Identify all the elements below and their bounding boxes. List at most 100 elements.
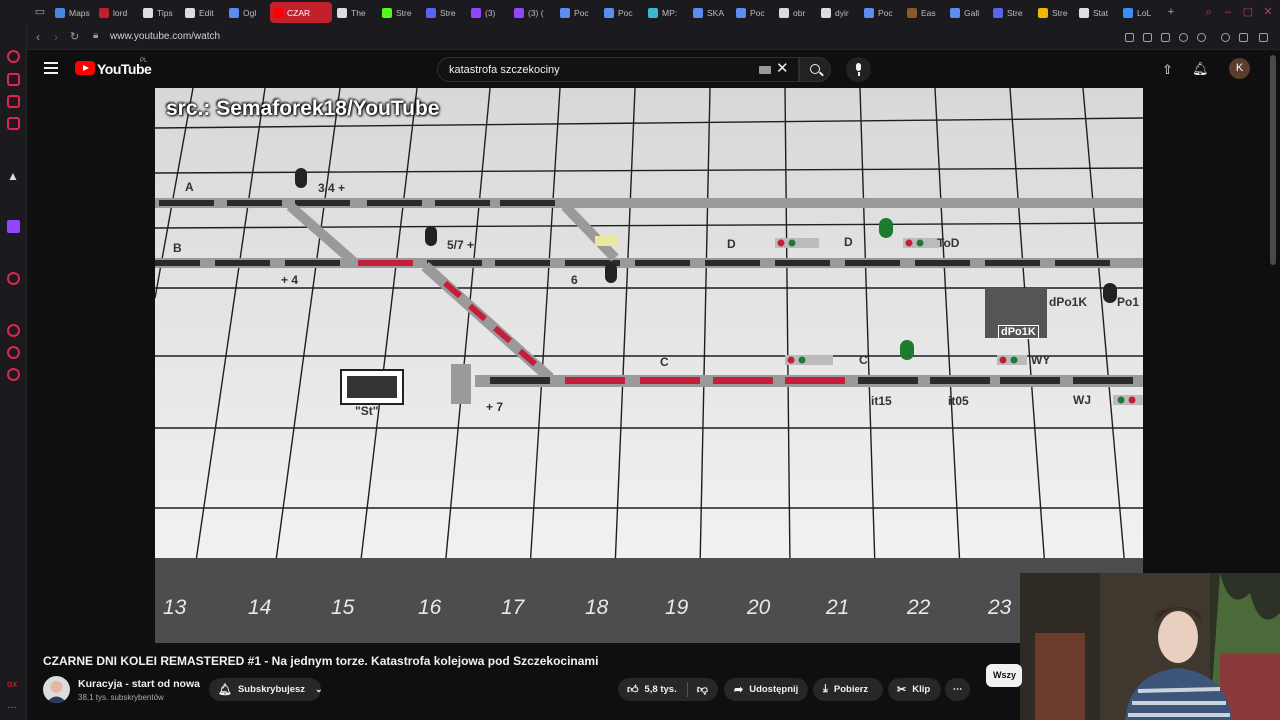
music-icon[interactable] bbox=[7, 272, 20, 285]
like-count[interactable]: 5,8 tys. bbox=[645, 684, 677, 695]
browser-tab[interactable]: SKA bbox=[690, 2, 728, 23]
browser-tab[interactable]: obr bbox=[776, 2, 814, 23]
instagram-icon[interactable] bbox=[7, 117, 20, 130]
browser-tab[interactable]: Poc bbox=[861, 2, 899, 23]
browser-tab[interactable]: Stat bbox=[1076, 2, 1114, 23]
browser-tab[interactable]: (3) ( bbox=[511, 2, 549, 23]
dislike-icon[interactable]: 👎︎ bbox=[697, 683, 708, 696]
messenger-icon[interactable] bbox=[7, 346, 20, 359]
browser-tab[interactable]: Poc bbox=[733, 2, 771, 23]
tab-title: Tips bbox=[157, 7, 173, 18]
workspace-icon[interactable] bbox=[7, 95, 20, 108]
profile-icon[interactable] bbox=[1221, 33, 1230, 42]
browser-tab[interactable]: dyir bbox=[818, 2, 856, 23]
tab-menu-icon[interactable]: ▭ bbox=[34, 6, 46, 18]
url-text[interactable]: www.youtube.com/watch bbox=[110, 31, 220, 42]
track-label-p6: 6 bbox=[571, 273, 578, 287]
browser-tab[interactable]: Poc bbox=[601, 2, 639, 23]
subscribe-label: Subskrybujesz bbox=[237, 684, 306, 695]
browser-tab[interactable]: Tips bbox=[140, 2, 178, 23]
clear-search-icon[interactable]: ✕ bbox=[776, 59, 789, 77]
notifications-icon[interactable]: 🔔︎ bbox=[1192, 61, 1209, 77]
subscribed-button[interactable]: 🔔︎ Subskrybujesz ⌄ bbox=[209, 678, 323, 701]
download-icon: ⤓ bbox=[823, 683, 828, 695]
like-divider bbox=[686, 682, 688, 697]
channel-avatar[interactable] bbox=[43, 676, 70, 703]
track-label-st: "St" bbox=[355, 404, 379, 418]
minimize-icon[interactable]: – bbox=[1222, 6, 1234, 18]
tab-title: Stat bbox=[1093, 7, 1109, 18]
tab-favicon-icon bbox=[471, 7, 481, 18]
browser-tab[interactable]: Eas bbox=[904, 2, 942, 23]
menu-icon[interactable] bbox=[44, 62, 58, 74]
keyboard-icon[interactable] bbox=[759, 66, 771, 74]
channel-name[interactable]: Kuracyja - start od nowa bbox=[78, 678, 200, 690]
youtube-logo-icon[interactable] bbox=[75, 61, 95, 75]
ruler-tick: 17 bbox=[501, 596, 525, 619]
browser-tab[interactable]: Gall bbox=[947, 2, 985, 23]
tab-favicon-icon bbox=[993, 7, 1003, 18]
snapshot-icon[interactable] bbox=[1143, 33, 1152, 42]
search-tabs-icon[interactable]: ⌕ bbox=[1203, 6, 1215, 18]
browser-tab[interactable]: CZAR bbox=[270, 2, 332, 23]
tab-title: Eas bbox=[921, 7, 936, 18]
track-label-po1: Po1 bbox=[1117, 295, 1140, 309]
browser-tab[interactable]: Maps bbox=[52, 2, 90, 23]
share-button[interactable]: ➦ Udostępnij bbox=[724, 678, 808, 701]
forward-icon[interactable]: › bbox=[54, 30, 58, 44]
search-input[interactable] bbox=[437, 57, 799, 82]
back-icon[interactable]: ‹ bbox=[36, 30, 40, 44]
tab-title: CZAR bbox=[287, 7, 311, 18]
tab-title: dyir bbox=[835, 7, 849, 18]
tab-title: Maps bbox=[69, 7, 90, 18]
tab-favicon-icon bbox=[907, 7, 917, 18]
browser-tab[interactable]: The bbox=[334, 2, 372, 23]
download-icon[interactable] bbox=[1239, 33, 1248, 42]
browser-tab[interactable]: Stre bbox=[379, 2, 417, 23]
browser-tab[interactable]: (3) bbox=[468, 2, 506, 23]
upload-icon[interactable]: ⇧ bbox=[1162, 62, 1173, 78]
maximize-icon[interactable]: ▢ bbox=[1242, 6, 1254, 18]
easy-setup-icon[interactable] bbox=[1259, 33, 1268, 42]
browser-tab[interactable]: Stre bbox=[1035, 2, 1073, 23]
browser-tab[interactable]: Stre bbox=[990, 2, 1028, 23]
browser-tab[interactable]: Poc bbox=[557, 2, 595, 23]
browser-tab[interactable]: LoL bbox=[1120, 2, 1158, 23]
page-scrollbar[interactable] bbox=[1270, 55, 1276, 265]
reload-icon[interactable]: ↻ bbox=[70, 30, 79, 43]
clock-icon[interactable] bbox=[7, 324, 20, 337]
like-dislike-group: 👍︎ 5,8 tys. 👎︎ bbox=[618, 678, 718, 701]
history-icon[interactable] bbox=[7, 50, 20, 63]
search-button[interactable] bbox=[799, 57, 831, 82]
tab-favicon-icon bbox=[337, 7, 347, 18]
avatar[interactable]: K bbox=[1229, 58, 1250, 79]
tiktok-icon[interactable]: ▲ bbox=[7, 169, 20, 183]
browser-tab[interactable]: Edit bbox=[182, 2, 220, 23]
player-icon[interactable] bbox=[1179, 33, 1188, 42]
settings-icon[interactable] bbox=[7, 368, 20, 381]
twitch-icon[interactable] bbox=[7, 220, 20, 233]
next-chip[interactable]: Wszy bbox=[986, 664, 1022, 687]
vpn-icon[interactable] bbox=[1161, 33, 1170, 42]
voice-search-button[interactable] bbox=[846, 57, 871, 82]
track-label-a: A bbox=[185, 180, 194, 194]
download-button[interactable]: ⤓ Pobierz bbox=[813, 678, 883, 701]
tab-favicon-icon bbox=[426, 7, 436, 18]
browser-tab[interactable]: Ogl bbox=[226, 2, 264, 23]
new-tab-icon[interactable]: + bbox=[1165, 6, 1177, 18]
ruler-tick: 15 bbox=[331, 596, 355, 619]
gx-icon[interactable]: GX bbox=[7, 682, 20, 695]
bookmark-icon[interactable] bbox=[1125, 33, 1134, 42]
like-icon[interactable]: 👍︎ bbox=[627, 683, 639, 696]
more-icon[interactable]: … bbox=[7, 700, 20, 713]
browser-tab[interactable]: Stre bbox=[423, 2, 461, 23]
heart-icon[interactable] bbox=[1197, 33, 1206, 42]
aria-icon[interactable] bbox=[7, 73, 20, 86]
clip-button[interactable]: ✂ Klip bbox=[888, 678, 941, 701]
browser-tab[interactable]: MP: bbox=[645, 2, 683, 23]
close-window-icon[interactable]: ✕ bbox=[1262, 6, 1274, 18]
video-player[interactable]: src.: Semaforek18/YouTube 13 14 15 16 17 18 19… bbox=[155, 88, 1143, 643]
video-title: CZARNE DNI KOLEI REMASTERED #1 - Na jedn… bbox=[43, 654, 599, 668]
browser-tab[interactable]: lord bbox=[96, 2, 134, 23]
more-actions-button[interactable]: ⋯ bbox=[945, 678, 970, 701]
